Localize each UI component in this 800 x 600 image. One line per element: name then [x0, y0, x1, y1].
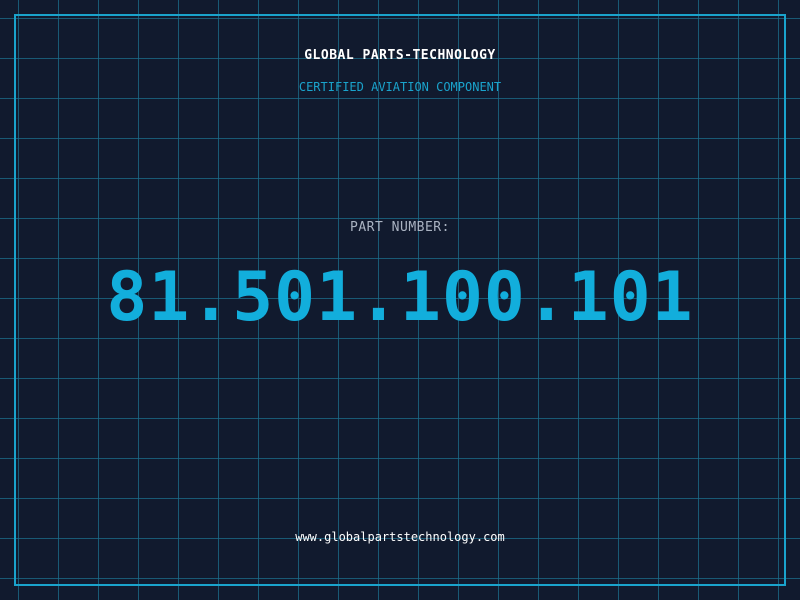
website-url[interactable]: www.globalpartstechnology.com [0, 530, 800, 544]
label-card: GLOBAL PARTS-TECHNOLOGY CERTIFIED AVIATI… [0, 0, 800, 600]
part-number-label: PART NUMBER: [350, 220, 450, 235]
part-number-value: 81.501.100.101 [106, 258, 694, 337]
brand-name: GLOBAL PARTS-TECHNOLOGY [304, 48, 496, 63]
certification-tagline: CERTIFIED AVIATION COMPONENT [298, 80, 502, 94]
